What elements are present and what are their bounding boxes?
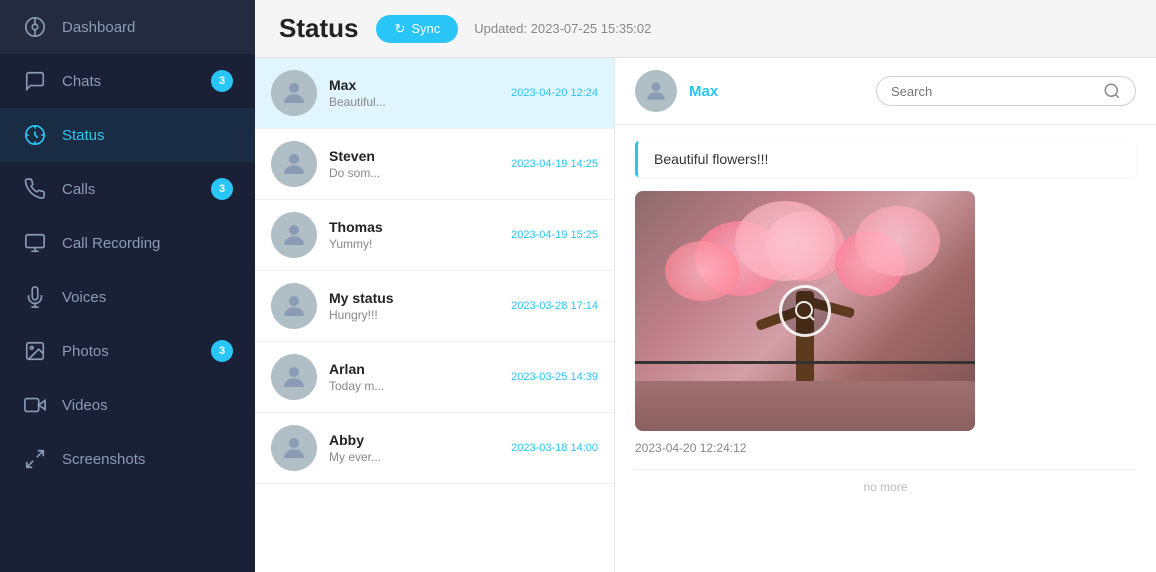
dashboard-label: Dashboard <box>62 19 233 36</box>
item-time: 2023-04-19 14:25 <box>511 158 598 170</box>
blossom-6 <box>855 206 940 276</box>
screenshots-icon <box>22 446 48 472</box>
sync-button[interactable]: ↻ Sync <box>376 15 458 43</box>
status-label: Status <box>62 127 233 144</box>
status-list-item[interactable]: Thomas Yummy! 2023-04-19 15:25 <box>255 200 614 271</box>
status-list-item[interactable]: Steven Do som... 2023-04-19 14:25 <box>255 129 614 200</box>
detail-avatar <box>635 70 677 112</box>
sidebar-item-status[interactable]: Status <box>0 108 255 162</box>
updated-timestamp: Updated: 2023-07-25 15:35:02 <box>474 21 651 36</box>
detail-panel: Max Beautiful flowers!!! <box>615 58 1156 572</box>
item-name: Max <box>329 77 503 93</box>
item-preview: My ever... <box>329 450 503 464</box>
detail-content: Beautiful flowers!!! <box>615 125 1156 572</box>
page-header: Status ↻ Sync Updated: 2023-07-25 15:35:… <box>255 0 1156 58</box>
calls-badge: 3 <box>211 178 233 200</box>
sidebar-item-videos[interactable]: Videos <box>0 378 255 432</box>
item-info: Thomas Yummy! <box>329 219 503 251</box>
blossom-4 <box>735 201 835 281</box>
videos-label: Videos <box>62 397 233 414</box>
videos-icon <box>22 392 48 418</box>
sidebar-item-photos[interactable]: Photos 3 <box>0 324 255 378</box>
play-overlay[interactable] <box>779 285 831 337</box>
call-recording-icon <box>22 230 48 256</box>
page-title: Status <box>279 13 358 44</box>
search-input[interactable] <box>891 84 1103 99</box>
main-area: Status ↻ Sync Updated: 2023-07-25 15:35:… <box>255 0 1156 572</box>
item-info: My status Hungry!!! <box>329 290 503 322</box>
item-time: 2023-03-25 14:39 <box>511 371 598 383</box>
avatar <box>271 70 317 116</box>
status-list-item[interactable]: Max Beautiful... 2023-04-20 12:24 <box>255 58 614 129</box>
detail-header: Max <box>615 58 1156 125</box>
sync-icon: ↻ <box>394 21 405 37</box>
photos-icon <box>22 338 48 364</box>
sidebar-item-dashboard[interactable]: Dashboard <box>0 0 255 54</box>
item-name: My status <box>329 290 503 306</box>
item-preview: Yummy! <box>329 237 503 251</box>
item-info: Steven Do som... <box>329 148 503 180</box>
calls-label: Calls <box>62 181 211 198</box>
item-name: Steven <box>329 148 503 164</box>
sidebar-item-calls[interactable]: Calls 3 <box>0 162 255 216</box>
item-name: Arlan <box>329 361 503 377</box>
avatar <box>271 354 317 400</box>
search-button[interactable] <box>1103 82 1121 100</box>
item-info: Max Beautiful... <box>329 77 503 109</box>
status-image-container <box>635 191 975 431</box>
no-more-label: no more <box>635 469 1136 504</box>
item-time: 2023-04-20 12:24 <box>511 87 598 99</box>
status-list-item[interactable]: Abby My ever... 2023-03-18 14:00 <box>255 413 614 484</box>
avatar <box>271 283 317 329</box>
avatar <box>271 212 317 258</box>
item-name: Abby <box>329 432 503 448</box>
sidebar-item-call-recording[interactable]: Call Recording <box>0 216 255 270</box>
chats-label: Chats <box>62 73 211 90</box>
detail-name: Max <box>689 83 876 100</box>
item-info: Abby My ever... <box>329 432 503 464</box>
screenshots-label: Screenshots <box>62 451 233 468</box>
item-name: Thomas <box>329 219 503 235</box>
content-area: Max Beautiful... 2023-04-20 12:24 Steven… <box>255 58 1156 572</box>
calls-icon <box>22 176 48 202</box>
voices-label: Voices <box>62 289 233 306</box>
chats-icon <box>22 68 48 94</box>
sync-label: Sync <box>411 21 440 36</box>
item-preview: Today m... <box>329 379 503 393</box>
status-list-item[interactable]: Arlan Today m... 2023-03-25 14:39 <box>255 342 614 413</box>
fence <box>635 361 975 391</box>
item-preview: Beautiful... <box>329 95 503 109</box>
item-time: 2023-04-19 15:25 <box>511 229 598 241</box>
dashboard-icon <box>22 14 48 40</box>
status-list: Max Beautiful... 2023-04-20 12:24 Steven… <box>255 58 615 572</box>
avatar <box>271 425 317 471</box>
sidebar-item-chats[interactable]: Chats 3 <box>0 54 255 108</box>
item-preview: Do som... <box>329 166 503 180</box>
blossom-5 <box>665 241 740 301</box>
status-icon <box>22 122 48 148</box>
status-list-item[interactable]: My status Hungry!!! 2023-03-28 17:14 <box>255 271 614 342</box>
sidebar-item-screenshots[interactable]: Screenshots <box>0 432 255 486</box>
sidebar: Dashboard Chats 3 Status Calls 3 <box>0 0 255 572</box>
search-box[interactable] <box>876 76 1136 106</box>
chats-badge: 3 <box>211 70 233 92</box>
call-recording-label: Call Recording <box>62 235 233 252</box>
status-message: Beautiful flowers!!! <box>635 141 1136 177</box>
status-timestamp: 2023-04-20 12:24:12 <box>635 441 1136 455</box>
avatar <box>271 141 317 187</box>
sidebar-item-voices[interactable]: Voices <box>0 270 255 324</box>
item-time: 2023-03-28 17:14 <box>511 300 598 312</box>
photos-label: Photos <box>62 343 211 360</box>
voices-icon <box>22 284 48 310</box>
item-preview: Hungry!!! <box>329 308 503 322</box>
item-time: 2023-03-18 14:00 <box>511 442 598 454</box>
item-info: Arlan Today m... <box>329 361 503 393</box>
photos-badge: 3 <box>211 340 233 362</box>
